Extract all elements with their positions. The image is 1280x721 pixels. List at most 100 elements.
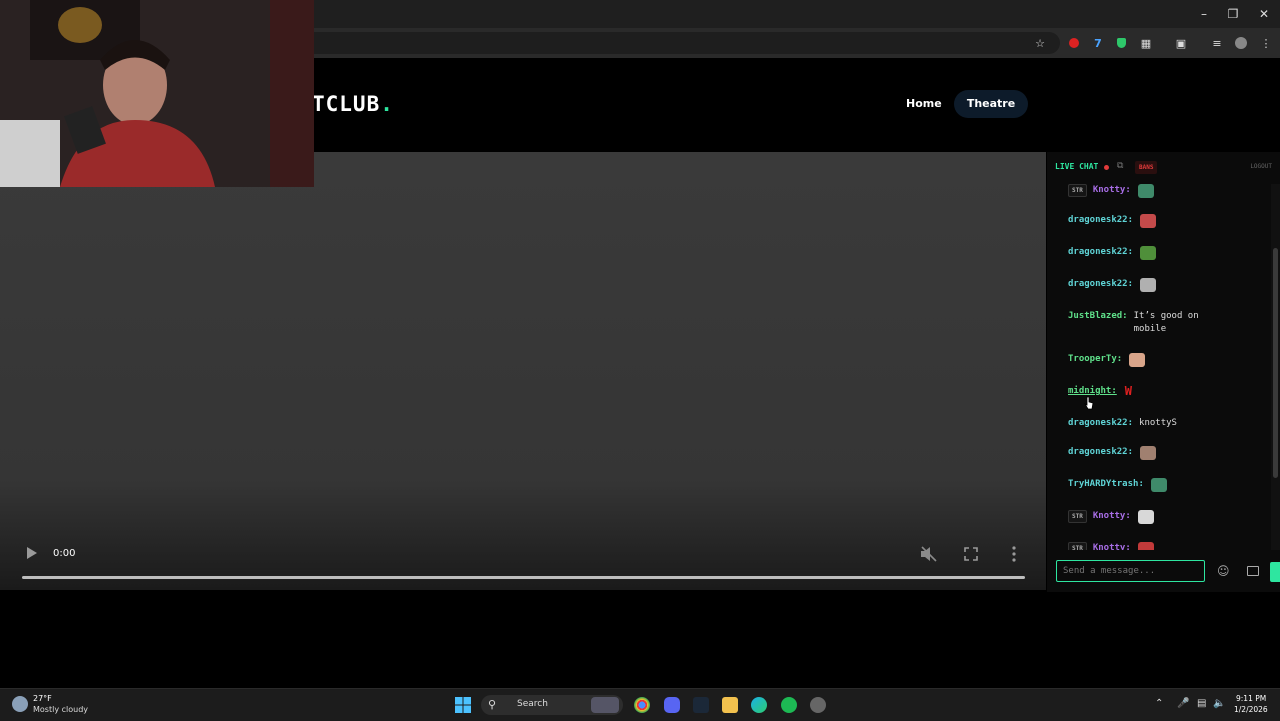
mouse-cursor-icon bbox=[1083, 395, 1094, 414]
subscriber-badge: STR bbox=[1068, 184, 1087, 197]
chat-username[interactable]: Knotty: bbox=[1093, 542, 1131, 550]
emote-image bbox=[1129, 353, 1146, 367]
weather-condition[interactable]: Mostly cloudy bbox=[33, 705, 88, 714]
emote-image bbox=[1137, 184, 1154, 198]
weather-temperature[interactable]: 27°F bbox=[33, 694, 52, 703]
weather-cloud-icon[interactable] bbox=[12, 696, 28, 712]
taskbar-search-label: Search bbox=[517, 699, 548, 709]
emote-image bbox=[1140, 278, 1157, 292]
chat-message[interactable]: TrooperTy: bbox=[1068, 353, 1146, 367]
clock-time[interactable]: 9:11 PM bbox=[1236, 694, 1266, 703]
nav-home-link[interactable]: Home bbox=[898, 92, 950, 116]
emote-image bbox=[1140, 246, 1157, 260]
clock-date[interactable]: 1/2/2026 bbox=[1234, 705, 1268, 714]
more-vertical-icon[interactable] bbox=[1011, 546, 1017, 565]
video-player[interactable]: 0:00 bbox=[0, 152, 1046, 590]
taskbar-search-box[interactable]: ⚲ Search bbox=[481, 695, 623, 715]
chat-message-text: W bbox=[1124, 384, 1133, 398]
chat-message-text: knottyS bbox=[1139, 418, 1177, 428]
emote-menu-icon[interactable] bbox=[1247, 566, 1259, 576]
chrome-icon[interactable] bbox=[634, 697, 650, 713]
chat-username[interactable]: Knotty: bbox=[1093, 184, 1131, 197]
search-icon: ⚲ bbox=[488, 698, 497, 711]
chat-message[interactable]: STR Knotty: bbox=[1068, 510, 1154, 524]
emote-image bbox=[1137, 542, 1154, 550]
chat-message-text: It’s good on mobile bbox=[1133, 311, 1199, 334]
chat-scrollbar[interactable] bbox=[1271, 184, 1280, 550]
site-logo-text: TCLUB bbox=[312, 92, 381, 116]
chat-username[interactable]: dragonesk22: bbox=[1068, 446, 1133, 459]
emoji-picker-icon[interactable]: ☺ bbox=[1217, 564, 1230, 578]
discord-icon[interactable] bbox=[664, 697, 680, 713]
chat-username[interactable]: dragonesk22: bbox=[1068, 214, 1133, 227]
network-icon[interactable]: ▤ bbox=[1197, 698, 1206, 709]
logout-button[interactable]: LOGOUT bbox=[1250, 163, 1272, 170]
windows-taskbar: 27°F Mostly cloudy ⚲ Search ⌃ 🎤 ▤ 🔈 9:11… bbox=[0, 688, 1280, 721]
subscriber-badge: STR bbox=[1068, 542, 1087, 550]
webcam-overlay bbox=[0, 0, 314, 187]
minimize-button[interactable]: – bbox=[1193, 4, 1215, 24]
emote-image bbox=[1137, 510, 1154, 524]
send-button[interactable] bbox=[1270, 562, 1280, 582]
popout-icon[interactable]: ⧉ bbox=[1117, 161, 1123, 171]
chat-username[interactable]: Knotty: bbox=[1093, 510, 1131, 523]
extension-translate-icon[interactable]: 7 bbox=[1090, 35, 1106, 51]
spotify-icon[interactable] bbox=[781, 697, 797, 713]
chat-username[interactable]: dragonesk22: bbox=[1068, 246, 1133, 259]
emote-image bbox=[1150, 478, 1167, 492]
nav-theatre-link[interactable]: Theatre bbox=[954, 90, 1028, 118]
chat-message[interactable]: JustBlazed: It’s good on mobile bbox=[1068, 310, 1214, 336]
windows-start-icon[interactable] bbox=[455, 697, 471, 717]
live-chat-label: LIVE CHAT bbox=[1055, 162, 1099, 171]
chat-username[interactable]: dragonesk22: bbox=[1068, 417, 1133, 430]
tray-overflow-icon[interactable]: ⌃ bbox=[1155, 698, 1163, 709]
chat-message-list[interactable]: STR Knotty: dragonesk22: dragonesk22: dragon… bbox=[1047, 184, 1271, 550]
live-chat-panel: LIVE CHAT ⧉ BANS LOGOUT STR Knotty: dragon… bbox=[1047, 152, 1280, 592]
steam-icon[interactable] bbox=[693, 697, 709, 713]
chat-message[interactable]: dragonesk22: knottyS bbox=[1068, 417, 1219, 430]
edge-icon[interactable] bbox=[751, 697, 767, 713]
address-bar[interactable] bbox=[300, 32, 1060, 54]
chat-scroll-thumb[interactable] bbox=[1273, 248, 1278, 478]
bookmark-star-icon[interactable]: ☆ bbox=[1032, 35, 1048, 51]
chat-message[interactable]: midnight: W bbox=[1068, 385, 1132, 398]
file-explorer-icon[interactable] bbox=[722, 697, 738, 713]
search-highlight-icon bbox=[591, 697, 619, 713]
subscriber-badge: STR bbox=[1068, 510, 1087, 523]
chat-message[interactable]: dragonesk22: bbox=[1068, 446, 1157, 460]
chat-message[interactable]: dragonesk22: bbox=[1068, 278, 1157, 292]
cast-icon[interactable]: ▣ bbox=[1173, 35, 1189, 51]
extension-red-icon[interactable] bbox=[1066, 35, 1082, 51]
site-logo-dot: . bbox=[380, 92, 394, 116]
close-window-button[interactable]: ✕ bbox=[1253, 4, 1275, 24]
chat-username[interactable]: TryHARDYtrash: bbox=[1068, 478, 1144, 491]
chat-message-input[interactable] bbox=[1056, 560, 1205, 582]
app-icon[interactable] bbox=[810, 697, 826, 713]
chat-header: LIVE CHAT ⧉ BANS LOGOUT bbox=[1047, 152, 1280, 184]
muted-icon[interactable] bbox=[920, 546, 938, 565]
live-indicator-dot bbox=[1104, 165, 1109, 170]
chat-username[interactable]: dragonesk22: bbox=[1068, 278, 1133, 291]
chat-username[interactable]: TrooperTy: bbox=[1068, 353, 1122, 366]
chat-message[interactable]: STR Knotty: bbox=[1068, 184, 1154, 198]
chat-message[interactable]: TryHARDYtrash: bbox=[1068, 478, 1167, 492]
bans-button[interactable]: BANS bbox=[1135, 161, 1158, 174]
volume-icon[interactable]: 🔈 bbox=[1213, 698, 1225, 709]
site-logo[interactable]: TCLUB. bbox=[312, 92, 394, 116]
video-progress-bar[interactable] bbox=[22, 576, 1025, 579]
play-icon[interactable] bbox=[26, 546, 38, 563]
fullscreen-icon[interactable] bbox=[964, 547, 978, 564]
extension-shield-icon[interactable] bbox=[1113, 35, 1129, 51]
browser-menu-icon[interactable]: ⋮ bbox=[1258, 35, 1274, 51]
chat-username[interactable]: JustBlazed: bbox=[1068, 310, 1128, 323]
emote-image bbox=[1140, 214, 1157, 228]
chat-message[interactable]: STR Knotty: bbox=[1068, 542, 1154, 550]
restore-button[interactable]: ❐ bbox=[1222, 4, 1244, 24]
microphone-icon[interactable]: 🎤 bbox=[1177, 698, 1189, 709]
reading-list-icon[interactable]: ≡ bbox=[1209, 35, 1225, 51]
extensions-puzzle-icon[interactable]: ▦ bbox=[1138, 35, 1154, 51]
chat-message[interactable]: dragonesk22: bbox=[1068, 246, 1157, 260]
profile-avatar-icon[interactable] bbox=[1233, 35, 1249, 51]
chat-message[interactable]: dragonesk22: bbox=[1068, 214, 1157, 228]
emote-image bbox=[1140, 446, 1157, 460]
